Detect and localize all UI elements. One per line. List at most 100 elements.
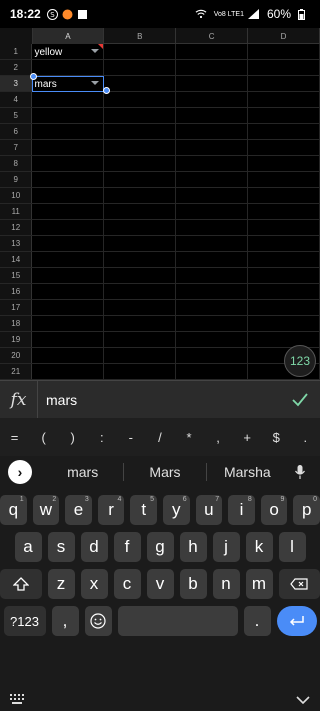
cell-c5[interactable] bbox=[176, 108, 249, 124]
select-all-corner[interactable] bbox=[0, 28, 33, 44]
cell-b8[interactable] bbox=[104, 156, 177, 172]
key-z[interactable]: z bbox=[47, 569, 75, 599]
symbol-key[interactable]: : bbox=[90, 430, 114, 445]
cell-b18[interactable] bbox=[104, 316, 177, 332]
row-header[interactable]: 7 bbox=[0, 140, 33, 155]
cell-c17[interactable] bbox=[176, 300, 249, 316]
cell-d7[interactable] bbox=[248, 140, 320, 156]
number-keyboard-button[interactable]: 123 bbox=[284, 345, 316, 377]
cell-a8[interactable] bbox=[32, 156, 105, 172]
cell-b7[interactable] bbox=[104, 140, 177, 156]
row-header[interactable]: 17 bbox=[0, 300, 33, 315]
row-header[interactable]: 11 bbox=[0, 204, 33, 219]
key-b[interactable]: b bbox=[179, 569, 207, 599]
row-header[interactable]: 5 bbox=[0, 108, 33, 123]
cell-c4[interactable] bbox=[176, 92, 249, 108]
cell-c10[interactable] bbox=[176, 188, 249, 204]
cell-d3[interactable] bbox=[248, 76, 320, 92]
cell-d1[interactable] bbox=[248, 44, 320, 60]
row-header[interactable]: 19 bbox=[0, 332, 33, 347]
key-n[interactable]: n bbox=[212, 569, 240, 599]
row-header[interactable]: 13 bbox=[0, 236, 33, 251]
key-t[interactable]: t5 bbox=[130, 495, 157, 525]
cell-d19[interactable] bbox=[248, 332, 320, 348]
spreadsheet-grid[interactable]: A B C D 1 yellow 2 3 mars 4 5 6 7 8 9 10 11 12 13 14 15 1… bbox=[0, 28, 320, 380]
row-header[interactable]: 9 bbox=[0, 172, 33, 187]
row-header[interactable]: 1 bbox=[0, 44, 33, 59]
key-q[interactable]: q1 bbox=[0, 495, 27, 525]
cell-d16[interactable] bbox=[248, 284, 320, 300]
cell-c3[interactable] bbox=[176, 76, 249, 92]
key-y[interactable]: y6 bbox=[163, 495, 190, 525]
emoji-key[interactable] bbox=[84, 606, 112, 636]
cell-a9[interactable] bbox=[32, 172, 105, 188]
row-header[interactable]: 6 bbox=[0, 124, 33, 139]
cell-a13[interactable] bbox=[32, 236, 105, 252]
dropdown-arrow-icon[interactable] bbox=[91, 49, 100, 53]
cell-c1[interactable] bbox=[176, 44, 249, 60]
cell-c14[interactable] bbox=[176, 252, 249, 268]
row-header[interactable]: 21 bbox=[0, 364, 33, 379]
row-header[interactable]: 8 bbox=[0, 156, 33, 171]
row-header[interactable]: 15 bbox=[0, 268, 33, 283]
cell-a15[interactable] bbox=[32, 268, 105, 284]
key-g[interactable]: g bbox=[146, 532, 174, 562]
cell-d9[interactable] bbox=[248, 172, 320, 188]
selection-handle-top[interactable] bbox=[30, 73, 37, 80]
cell-d11[interactable] bbox=[248, 204, 320, 220]
cell-b13[interactable] bbox=[104, 236, 177, 252]
cell-d14[interactable] bbox=[248, 252, 320, 268]
cell-c12[interactable] bbox=[176, 220, 249, 236]
fx-icon[interactable]: fx bbox=[0, 381, 38, 418]
cell-a18[interactable] bbox=[32, 316, 105, 332]
cell-d12[interactable] bbox=[248, 220, 320, 236]
cell-d10[interactable] bbox=[248, 188, 320, 204]
cell-b2[interactable] bbox=[104, 60, 177, 76]
cell-c19[interactable] bbox=[176, 332, 249, 348]
row-header[interactable]: 20 bbox=[0, 348, 33, 363]
key-e[interactable]: e3 bbox=[65, 495, 92, 525]
cell-d6[interactable] bbox=[248, 124, 320, 140]
cell-c21[interactable] bbox=[176, 364, 249, 380]
cell-a17[interactable] bbox=[32, 300, 105, 316]
cell-b9[interactable] bbox=[104, 172, 177, 188]
cell-b6[interactable] bbox=[104, 124, 177, 140]
row-header[interactable]: 2 bbox=[0, 60, 33, 75]
key-p[interactable]: p0 bbox=[293, 495, 320, 525]
cell-a4[interactable] bbox=[32, 92, 105, 108]
column-header-a[interactable]: A bbox=[32, 28, 105, 44]
cell-a11[interactable] bbox=[32, 204, 105, 220]
column-header-b[interactable]: B bbox=[104, 28, 177, 44]
key-r[interactable]: r4 bbox=[97, 495, 125, 525]
cell-c9[interactable] bbox=[176, 172, 249, 188]
symbol-key[interactable]: . bbox=[293, 430, 317, 445]
symbol-key[interactable]: / bbox=[148, 430, 172, 445]
suggestion-2[interactable]: Mars bbox=[124, 464, 205, 480]
cell-b16[interactable] bbox=[104, 284, 177, 300]
symbols-key[interactable]: ?123 bbox=[3, 606, 46, 636]
key-l[interactable]: l bbox=[278, 532, 306, 562]
cell-c18[interactable] bbox=[176, 316, 249, 332]
key-k[interactable]: k bbox=[245, 532, 273, 562]
cell-d17[interactable] bbox=[248, 300, 320, 316]
cell-b15[interactable] bbox=[104, 268, 177, 284]
cell-d13[interactable] bbox=[248, 236, 320, 252]
cell-b4[interactable] bbox=[104, 92, 177, 108]
enter-key[interactable] bbox=[276, 606, 317, 636]
symbol-key[interactable]: - bbox=[119, 430, 143, 445]
key-h[interactable]: h bbox=[179, 532, 207, 562]
backspace-key[interactable] bbox=[278, 569, 320, 599]
key-w[interactable]: w2 bbox=[32, 495, 60, 525]
key-o[interactable]: o9 bbox=[260, 495, 288, 525]
cell-b21[interactable] bbox=[104, 364, 177, 380]
key-u[interactable]: u7 bbox=[195, 495, 223, 525]
keyboard-grid-icon[interactable] bbox=[10, 691, 26, 709]
cell-a12[interactable] bbox=[32, 220, 105, 236]
confirm-check-icon[interactable] bbox=[280, 392, 320, 407]
cell-b3[interactable] bbox=[104, 76, 177, 92]
cell-d15[interactable] bbox=[248, 268, 320, 284]
cell-d18[interactable] bbox=[248, 316, 320, 332]
cell-a1[interactable]: yellow bbox=[32, 44, 105, 60]
row-header[interactable]: 18 bbox=[0, 316, 33, 331]
cell-c2[interactable] bbox=[176, 60, 249, 76]
